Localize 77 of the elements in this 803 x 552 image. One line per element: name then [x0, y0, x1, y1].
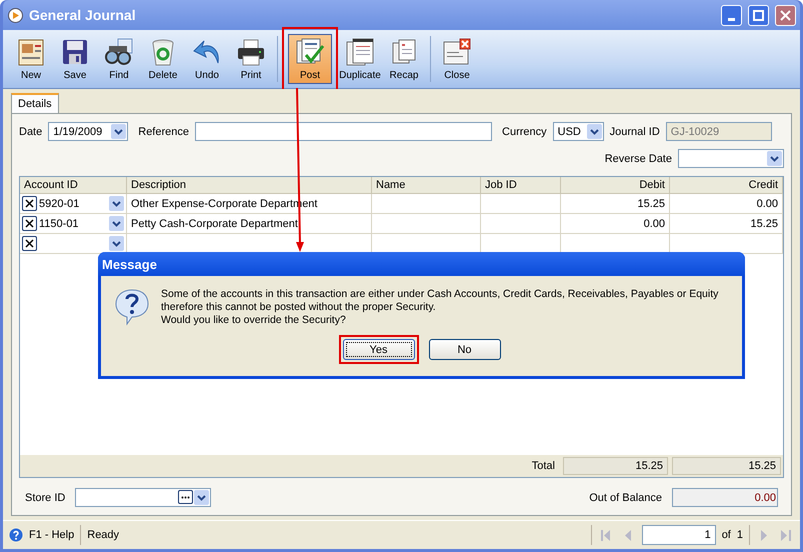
window-close-icon: [442, 37, 472, 67]
column-header[interactable]: Debit: [561, 177, 670, 194]
field-label: Reference: [138, 126, 190, 138]
total-credit: 15.25: [672, 457, 781, 475]
binoculars-icon: [104, 37, 134, 67]
store-id-field[interactable]: [75, 488, 212, 507]
last-page-icon: [781, 530, 791, 540]
x-icon: [25, 199, 34, 208]
reverse-date-field[interactable]: [678, 149, 784, 168]
window-title: General Journal: [29, 7, 137, 23]
documents-icon: [345, 37, 375, 67]
column-header[interactable]: Job ID: [481, 177, 561, 194]
toolbar-button[interactable]: Print: [229, 34, 273, 84]
table-cell: 15.25: [561, 194, 670, 214]
column-header[interactable]: Account ID: [20, 177, 127, 194]
minimize-icon: [728, 18, 735, 20]
column-header[interactable]: Name: [372, 177, 481, 194]
minimize-button[interactable]: [721, 4, 742, 26]
field-label: Out of Balance: [589, 492, 662, 504]
previous-page-icon: [624, 530, 632, 540]
table-cell-text: 5920-01: [39, 198, 80, 210]
toolbar-button[interactable]: Find: [97, 34, 141, 84]
message-line: Would you like to override the Security?: [161, 314, 347, 326]
table-cell: Petty Cash-Corporate Department: [127, 214, 372, 234]
close-icon: [780, 10, 791, 20]
total-debit: 15.25: [563, 457, 668, 475]
tab[interactable]: Details: [11, 93, 59, 113]
dialog-button[interactable]: Yes: [342, 339, 414, 360]
toolbar-button[interactable]: Undo: [185, 34, 229, 84]
table-cell-text: 1150-01: [39, 218, 80, 230]
first-page-icon: [600, 530, 611, 540]
table-cell: 0.00: [561, 214, 670, 234]
toolbar-button[interactable]: Recap: [382, 34, 426, 84]
date-field[interactable]: 1/19/2009: [48, 122, 128, 141]
page-count: 1: [736, 529, 743, 541]
maximize-button[interactable]: [748, 4, 769, 26]
printer-icon: [236, 37, 266, 67]
field-label: Date: [19, 126, 42, 138]
total-label: Total: [530, 459, 556, 474]
field-label: Store ID: [25, 492, 66, 504]
question-bubble-icon: [115, 288, 149, 326]
toolbar-button[interactable]: Close: [435, 34, 479, 84]
toolbar-button[interactable]: Post: [288, 34, 332, 84]
table-cell: 0.00: [670, 194, 783, 214]
toolbar-button[interactable]: Save: [53, 34, 97, 84]
field-label: Journal ID: [610, 126, 660, 138]
close-button[interactable]: [775, 4, 796, 26]
next-page-icon: [760, 530, 768, 540]
out-of-balance-field: 0.00: [672, 488, 778, 507]
dialog-title: Message: [102, 256, 157, 272]
x-icon: [25, 239, 34, 248]
message-line: Some of the accounts in this transaction are either under Cash Accounts, Credit Cards, Receivables, Payables or Equity: [161, 288, 718, 300]
help-icon: [9, 528, 23, 542]
reference-field[interactable]: [195, 122, 492, 141]
toolbar-button[interactable]: Duplicate: [338, 34, 382, 84]
more-options-icon[interactable]: [178, 490, 194, 504]
delete-row-button[interactable]: [22, 196, 37, 211]
toolbar-button[interactable]: Delete: [141, 34, 185, 84]
delete-row-button[interactable]: [22, 216, 37, 231]
column-header[interactable]: Credit: [670, 177, 783, 194]
field-label: Currency: [502, 126, 547, 138]
delete-row-button[interactable]: [22, 236, 37, 251]
document-icon: [16, 37, 46, 67]
dialog-button[interactable]: No: [428, 339, 500, 360]
currency-field[interactable]: USD: [552, 122, 604, 141]
help-hint: F1 - Help: [29, 529, 74, 541]
column-header[interactable]: Description: [127, 177, 372, 194]
message-line: therefore this cannot be posted without the proper Security.: [161, 301, 437, 313]
x-icon: [25, 219, 34, 228]
page-of-label: of: [722, 529, 731, 541]
field-label: Reverse Date: [604, 152, 672, 164]
status-text: Ready: [87, 529, 120, 541]
table-cell: 15.25: [670, 214, 783, 234]
page-number-field[interactable]: 1: [642, 525, 716, 545]
maximize-icon: [753, 10, 764, 20]
app-logo-icon: [8, 8, 23, 22]
toolbar-button[interactable]: New: [9, 34, 53, 84]
